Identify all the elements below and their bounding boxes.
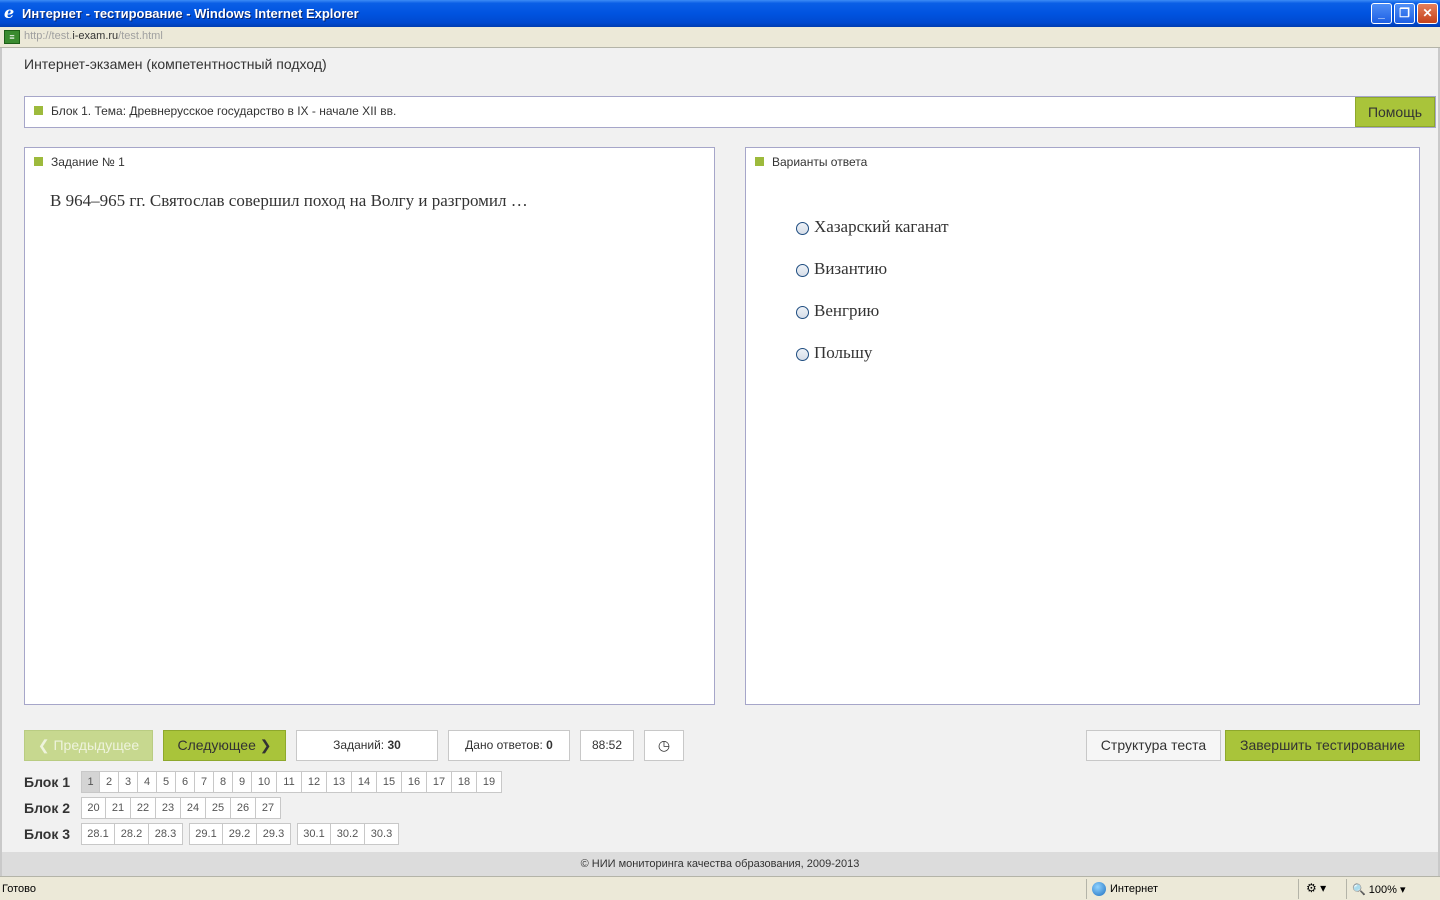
footer-copyright: © НИИ мониторинга качества образования, … xyxy=(2,852,1438,876)
help-button[interactable]: Помощь xyxy=(1355,97,1435,127)
status-bar: Готово Интернет ⚙ ▾ 🔍 100% ▾ xyxy=(0,876,1440,900)
window-title: Интернет - тестирование - Windows Intern… xyxy=(22,6,359,21)
address-url[interactable]: http://test.i-exam.ru/test.html xyxy=(24,30,163,42)
clock-button[interactable]: ◷ xyxy=(644,730,684,761)
security-zone: Интернет xyxy=(1092,882,1158,896)
ie-logo-icon: e xyxy=(4,3,15,22)
clock-icon: ◷ xyxy=(657,737,671,753)
next-button[interactable]: Следующее ❯ xyxy=(163,730,286,761)
question-nav-cell[interactable]: 21 xyxy=(106,797,131,819)
answered-count-box: Дано ответов: 0 xyxy=(448,730,570,761)
bullet-square-icon xyxy=(34,106,43,115)
question-nav-cell[interactable]: 28.1 xyxy=(81,823,115,845)
question-nav-cell[interactable]: 6 xyxy=(176,771,195,793)
question-nav-cell[interactable]: 12 xyxy=(302,771,327,793)
question-nav-cell[interactable]: 25 xyxy=(206,797,231,819)
question-nav-cell[interactable]: 3 xyxy=(119,771,138,793)
status-text: Готово xyxy=(2,883,36,895)
question-nav-cell[interactable]: 13 xyxy=(327,771,352,793)
radio-button[interactable] xyxy=(796,263,809,277)
question-nav-cell[interactable]: 19 xyxy=(477,771,502,793)
address-bar[interactable]: ≡ http://test.i-exam.ru/test.html xyxy=(0,27,1440,48)
question-nav-cell[interactable]: 8 xyxy=(214,771,233,793)
block2-label: Блок 2 xyxy=(24,800,71,816)
question-nav-cell[interactable]: 24 xyxy=(181,797,206,819)
timer-display: 88:52 xyxy=(580,730,634,761)
bullet-square-icon xyxy=(34,157,43,166)
question-nav-cell[interactable]: 29.3 xyxy=(257,823,291,845)
close-button[interactable]: ✕ xyxy=(1417,3,1438,24)
chevron-right-icon: ❯ xyxy=(259,737,272,753)
answer-option[interactable]: Хазарский каганат xyxy=(796,206,949,248)
question-nav-cell[interactable]: 16 xyxy=(402,771,427,793)
question-nav-cell[interactable]: 17 xyxy=(427,771,452,793)
question-nav-cell[interactable]: 26 xyxy=(231,797,256,819)
answers-label: Варианты ответа xyxy=(772,155,868,169)
question-nav-cell[interactable]: 30.1 xyxy=(297,823,331,845)
question-nav-cell[interactable]: 2 xyxy=(100,771,119,793)
block-topic-bar: Блок 1. Тема: Древнерусское государство … xyxy=(24,96,1436,128)
site-favicon-icon: ≡ xyxy=(4,30,20,44)
question-nav-cell[interactable]: 10 xyxy=(252,771,277,793)
finish-test-button[interactable]: Завершить тестирование xyxy=(1225,730,1420,761)
question-text: В 964–965 гг. Святослав совершил поход н… xyxy=(50,191,528,210)
radio-button[interactable] xyxy=(796,305,809,319)
task-label: Задание № 1 xyxy=(51,155,125,169)
page-content: Интернет-экзамен (компетентностный подхо… xyxy=(0,48,1440,876)
block3-label: Блок 3 xyxy=(24,826,71,842)
task-panel: Задание № 1 В 964–965 гг. Святослав сове… xyxy=(24,147,715,705)
block-topic-label: Блок 1. Тема: Древнерусское государство … xyxy=(51,104,397,118)
block2-nav: Блок 2 20 21 22 23 24 25 26 27 xyxy=(24,797,281,819)
question-nav-cell[interactable]: 29.2 xyxy=(223,823,257,845)
question-nav-cell[interactable]: 15 xyxy=(377,771,402,793)
zoom-level[interactable]: 🔍 100% ▾ xyxy=(1352,883,1405,896)
answers-panel: Варианты ответа Хазарский каганат Визант… xyxy=(745,147,1420,705)
protected-mode-icon[interactable]: ⚙ ▾ xyxy=(1306,881,1326,895)
radio-button[interactable] xyxy=(796,221,809,235)
question-nav-cell[interactable]: 22 xyxy=(131,797,156,819)
question-nav-cell[interactable]: 9 xyxy=(233,771,252,793)
question-nav-cell[interactable]: 7 xyxy=(195,771,214,793)
restore-button[interactable]: ❐ xyxy=(1394,3,1415,24)
answer-option[interactable]: Польшу xyxy=(796,332,949,374)
window-titlebar: e Интернет - тестирование - Windows Inte… xyxy=(0,0,1440,27)
question-nav-cell[interactable]: 30.2 xyxy=(331,823,365,845)
block1-label: Блок 1 xyxy=(24,774,71,790)
radio-button[interactable] xyxy=(796,347,809,361)
app-title: Интернет-экзамен (компетентностный подхо… xyxy=(24,56,327,72)
test-structure-button[interactable]: Структура теста xyxy=(1086,730,1221,761)
question-nav-cell[interactable]: 4 xyxy=(138,771,157,793)
question-nav-cell[interactable]: 20 xyxy=(81,797,106,819)
minimize-button[interactable]: _ xyxy=(1371,3,1392,24)
answer-option[interactable]: Венгрию xyxy=(796,290,949,332)
question-nav-cell[interactable]: 5 xyxy=(157,771,176,793)
question-nav-cell[interactable]: 29.1 xyxy=(189,823,223,845)
previous-button[interactable]: ❮ Предыдущее xyxy=(24,730,153,761)
tasks-count-box: Заданий: 30 xyxy=(296,730,438,761)
question-nav-cell[interactable]: 27 xyxy=(256,797,281,819)
question-nav-cell[interactable]: 14 xyxy=(352,771,377,793)
chevron-left-icon: ❮ xyxy=(37,737,50,753)
question-nav-cell[interactable]: 30.3 xyxy=(365,823,399,845)
question-nav-cell[interactable]: 11 xyxy=(277,771,302,793)
block3-nav: Блок 3 28.1 28.2 28.3 29.1 29.2 29.3 30.1 30.2 3… xyxy=(24,823,399,845)
block1-nav: Блок 1 1 2 3 4 5 6 7 8 9 10 11 12 13 14 15 16 17 18 19 xyxy=(24,771,502,793)
answer-options: Хазарский каганат Византию Венгрию Польш… xyxy=(796,206,949,374)
bullet-square-icon xyxy=(755,157,764,166)
question-nav-cell[interactable]: 28.2 xyxy=(115,823,149,845)
question-nav-cell[interactable]: 28.3 xyxy=(149,823,183,845)
answer-option[interactable]: Византию xyxy=(796,248,949,290)
question-nav-cell[interactable]: 23 xyxy=(156,797,181,819)
globe-icon xyxy=(1092,882,1106,896)
question-nav-cell[interactable]: 18 xyxy=(452,771,477,793)
question-nav-cell[interactable]: 1 xyxy=(81,771,100,793)
